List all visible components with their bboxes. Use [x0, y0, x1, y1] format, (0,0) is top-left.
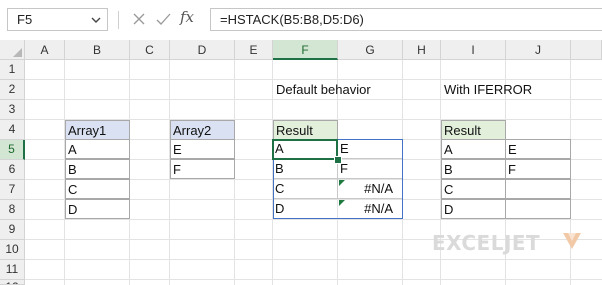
array1-cell[interactable]: C: [65, 179, 130, 199]
result-iferror-cell[interactable]: E: [505, 139, 571, 159]
column-header-e[interactable]: E: [235, 40, 273, 60]
exceljet-logo: EXCELJET: [432, 231, 541, 255]
insert-function-icon[interactable]: fx: [180, 8, 194, 26]
formula-input[interactable]: =HSTACK(B5:B8,D5:D6): [210, 8, 602, 31]
column-header-i[interactable]: I: [441, 40, 506, 60]
exceljet-logo-icon: [563, 233, 581, 249]
column-header-b[interactable]: B: [65, 40, 130, 60]
result-default-cell[interactable]: C: [273, 179, 338, 199]
array2-header[interactable]: Array2: [170, 120, 235, 140]
array2-cell[interactable]: E: [170, 139, 235, 159]
row-header-6[interactable]: 6: [0, 160, 25, 180]
name-box-value: F5: [17, 12, 33, 27]
row-header-11[interactable]: 11: [0, 260, 25, 280]
row-header-1[interactable]: 1: [0, 60, 25, 80]
array1-cell[interactable]: A: [65, 139, 130, 159]
result-iferror-cell[interactable]: B: [441, 159, 506, 179]
formula-bar-area: F5 fx =HSTACK(B5:B8,D5:D6): [0, 0, 602, 40]
result-iferror-cell[interactable]: A: [441, 139, 506, 159]
enter-check-icon[interactable]: [155, 11, 172, 27]
formula-text: =HSTACK(B5:B8,D5:D6): [220, 12, 364, 27]
row-header-8[interactable]: 8: [0, 200, 25, 220]
select-all-button[interactable]: [0, 40, 25, 60]
error-indicator-icon[interactable]: [339, 200, 345, 206]
column-header-h[interactable]: H: [403, 40, 441, 60]
name-box[interactable]: F5: [7, 8, 108, 31]
result-default-cell[interactable]: A: [273, 139, 338, 159]
fill-handle[interactable]: [334, 156, 342, 164]
column-header-k[interactable]: [571, 40, 602, 60]
column-header-g[interactable]: G: [338, 40, 403, 60]
column-header-j[interactable]: J: [506, 40, 571, 60]
chevron-down-icon[interactable]: [90, 15, 102, 25]
array2-cell[interactable]: F: [170, 159, 235, 179]
result-default-cell[interactable]: D: [273, 199, 338, 219]
array1-cell[interactable]: B: [65, 159, 130, 179]
row-header-12[interactable]: 12: [0, 280, 25, 285]
column-header-a[interactable]: A: [25, 40, 65, 60]
cancel-icon[interactable]: [131, 11, 147, 27]
row-header-10[interactable]: 10: [0, 240, 25, 260]
result-iferror-cell[interactable]: [505, 199, 571, 219]
array1-cell[interactable]: D: [65, 199, 130, 219]
row-header-5[interactable]: 5: [0, 140, 25, 160]
label-default-behavior: Default behavior: [276, 82, 371, 97]
result-default-cell[interactable]: F: [338, 159, 403, 179]
error-na-cell[interactable]: #N/A: [338, 199, 403, 219]
row-header-9[interactable]: 9: [0, 220, 25, 240]
row-header-3[interactable]: 3: [0, 100, 25, 120]
result-iferror-header[interactable]: Result: [441, 120, 506, 140]
result-default-cell[interactable]: B: [273, 159, 338, 179]
row-header-4[interactable]: 4: [0, 120, 25, 140]
result-default-cell[interactable]: E: [338, 139, 403, 159]
column-header-f[interactable]: F: [273, 40, 338, 60]
result-iferror-cell[interactable]: F: [505, 159, 571, 179]
row-header-2[interactable]: 2: [0, 80, 25, 100]
label-with-iferror: With IFERROR: [444, 82, 533, 97]
error-indicator-icon[interactable]: [339, 180, 345, 186]
worksheet-grid[interactable]: A B C D E F G H I J 1 2 3 4 5 6 7 8 9 10…: [0, 40, 602, 285]
error-na-cell[interactable]: #N/A: [338, 179, 403, 199]
result-iferror-cell[interactable]: D: [441, 199, 506, 219]
column-header-c[interactable]: C: [130, 40, 170, 60]
array1-header[interactable]: Array1: [65, 120, 130, 140]
column-header-d[interactable]: D: [170, 40, 235, 60]
result-default-header[interactable]: Result: [273, 120, 338, 140]
row-header-7[interactable]: 7: [0, 180, 25, 200]
result-iferror-cell[interactable]: C: [441, 179, 506, 199]
divider: [118, 11, 119, 29]
result-iferror-cell[interactable]: [505, 179, 571, 199]
